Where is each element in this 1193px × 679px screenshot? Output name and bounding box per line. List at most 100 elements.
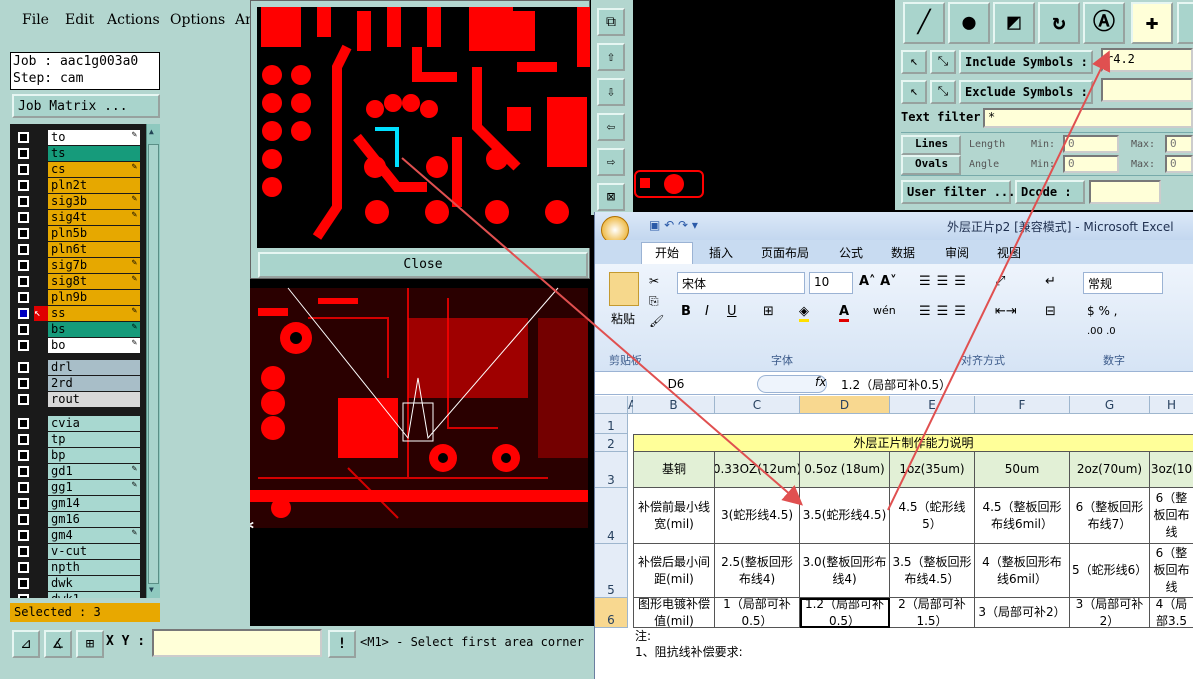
tab-home[interactable]: 开始 [641, 242, 693, 264]
exclude-select-icon[interactable]: ⤡ [930, 80, 956, 104]
table-cell[interactable]: 2（局部可补1.5） [890, 598, 975, 628]
layer-row-2rd[interactable]: 2rd [14, 376, 140, 391]
layer-name[interactable]: sig4t [48, 210, 140, 225]
layer-row-drl[interactable]: drl [14, 360, 140, 375]
layer-name[interactable]: 2rd [48, 376, 140, 391]
layer-row-sig8t[interactable]: sig8t ✎ [14, 274, 140, 289]
layer-name[interactable]: ts [48, 146, 140, 161]
column-header[interactable]: H [1150, 396, 1193, 414]
header-cell[interactable]: 0.5oz (18um) [800, 452, 890, 488]
table-cell[interactable]: 图形电镀补偿值(mil) [633, 598, 715, 628]
layer-checkbox[interactable] [18, 260, 29, 271]
table-cell[interactable]: 3（局部可补2） [975, 598, 1070, 628]
fx-icon[interactable]: fx [815, 375, 826, 389]
table-cell[interactable]: 4.5（整板回形布线6mil） [975, 488, 1070, 544]
menu-options[interactable]: Options [170, 12, 225, 28]
layer-name[interactable]: cvia [48, 416, 140, 431]
close-button[interactable]: Close [258, 252, 588, 278]
tab-data[interactable]: 数据 [891, 244, 915, 261]
table-cell[interactable]: 3.5(蛇形线4.5) [800, 488, 890, 544]
layer-name[interactable]: sig8t [48, 274, 140, 289]
line-tool-icon[interactable]: ╱ [903, 2, 945, 44]
row-header[interactable]: 6 [595, 598, 628, 628]
dcode-input[interactable] [1089, 180, 1161, 204]
layer-name[interactable]: drl [48, 360, 140, 375]
layer-name[interactable]: bo [48, 338, 140, 353]
angle-min-input[interactable]: 0 [1063, 155, 1119, 173]
layer-checkbox[interactable] [18, 244, 29, 255]
merge-cells-icon[interactable]: ⊟ [1045, 304, 1056, 319]
zoom-fit-icon[interactable]: ⧉ [597, 8, 625, 36]
include-pick-icon[interactable]: ↖ [901, 50, 927, 74]
layer-row-ss[interactable]: ↖ ss ✎ [14, 306, 140, 321]
layer-row-sig4t[interactable]: sig4t ✎ [14, 210, 140, 225]
alert-icon[interactable]: ! [328, 630, 356, 658]
layer-row-bp[interactable]: bp [14, 448, 140, 463]
layer-checkbox[interactable] [18, 482, 29, 493]
layer-row-gm4[interactable]: gm4 ✎ [14, 528, 140, 543]
measure-icon[interactable]: ∡ [44, 630, 72, 658]
table-cell[interactable]: 1.2（局部可补0.5） [800, 598, 890, 628]
user-filter-button[interactable]: User filter ... [901, 180, 1015, 204]
layer-checkbox[interactable] [18, 362, 29, 373]
layer-name[interactable]: v-cut [48, 544, 140, 559]
column-header[interactable]: E [890, 396, 975, 414]
layer-name[interactable]: gm14 [48, 496, 140, 511]
table-cell[interactable]: 4（局部3.5 [1150, 598, 1193, 628]
layer-row-ts[interactable]: ts [14, 146, 140, 161]
layer-name[interactable]: pln6t [48, 242, 140, 257]
layer-row-cs[interactable]: cs ✎ [14, 162, 140, 177]
layer-checkbox[interactable] [18, 228, 29, 239]
layer-name[interactable]: to [48, 130, 140, 145]
layer-checkbox[interactable] [18, 196, 29, 207]
wrap-text-icon[interactable]: ↵ [1045, 274, 1056, 289]
row-header[interactable]: 4 [595, 488, 628, 544]
header-cell[interactable]: 0.33OZ(12um) [715, 452, 800, 488]
include-select-icon[interactable]: ⤡ [930, 50, 956, 74]
layer-name[interactable]: gd1 [48, 464, 140, 479]
table-cell[interactable]: 补偿前最小线宽(mil) [633, 488, 715, 544]
layer-checkbox[interactable] [18, 276, 29, 287]
name-box[interactable]: D6 [601, 375, 751, 393]
fill-color-icon[interactable]: ◈ [799, 304, 809, 322]
row-header[interactable]: 2 [595, 434, 628, 452]
add-tool-icon[interactable]: ✚ [1131, 2, 1173, 44]
more-tools-icon[interactable] [1177, 2, 1193, 44]
layer-checkbox[interactable] [18, 434, 29, 445]
menu-file[interactable]: File [22, 12, 49, 28]
dcode-button[interactable]: Dcode : [1015, 180, 1085, 204]
layer-checkbox[interactable] [18, 514, 29, 525]
table-cell[interactable]: 3.0(整板回形布线4) [800, 544, 890, 598]
exclude-symbols-input[interactable] [1101, 78, 1193, 102]
layer-checkbox[interactable] [18, 148, 29, 159]
table-cell[interactable]: 3(蛇形线4.5) [715, 488, 800, 544]
select-all-corner[interactable] [595, 396, 628, 414]
layer-row-pln6t[interactable]: pln6t [14, 242, 140, 257]
include-symbols-input[interactable]: r4.2 [1101, 48, 1193, 72]
layer-checkbox[interactable] [18, 578, 29, 589]
table-cell[interactable]: 3（局部可补2） [1070, 598, 1150, 628]
table-cell[interactable]: 6（整板回形布线7） [1070, 488, 1150, 544]
layer-name[interactable]: pln2t [48, 178, 140, 193]
layer-row-bs[interactable]: bs ✎ [14, 322, 140, 337]
layer-row-bo[interactable]: bo ✎ [14, 338, 140, 353]
layer-row-pln2t[interactable]: pln2t [14, 178, 140, 193]
pcb-main-view[interactable] [248, 278, 596, 538]
layer-name[interactable]: gm4 [48, 528, 140, 543]
bold-icon[interactable]: B [681, 304, 691, 319]
layer-checkbox[interactable] [18, 498, 29, 509]
table-title[interactable]: 外层正片制作能力说明 [633, 434, 1193, 452]
layer-name[interactable]: gg1 [48, 480, 140, 495]
tab-formulas[interactable]: 公式 [839, 244, 863, 261]
number-format-select[interactable]: 常规 [1083, 272, 1163, 294]
layer-row-cvia[interactable]: cvia [14, 416, 140, 431]
layer-checkbox[interactable] [18, 292, 29, 303]
layer-checkbox[interactable] [18, 562, 29, 573]
copy-icon[interactable]: ⎘ [649, 294, 659, 309]
font-color-icon[interactable]: A [839, 304, 850, 322]
row-header[interactable]: 3 [595, 452, 628, 488]
exclude-pick-icon[interactable]: ↖ [901, 80, 927, 104]
table-cell[interactable]: 6（整板回布线 [1150, 544, 1193, 598]
italic-icon[interactable]: I [705, 304, 709, 319]
header-cell[interactable]: 50um [975, 452, 1070, 488]
